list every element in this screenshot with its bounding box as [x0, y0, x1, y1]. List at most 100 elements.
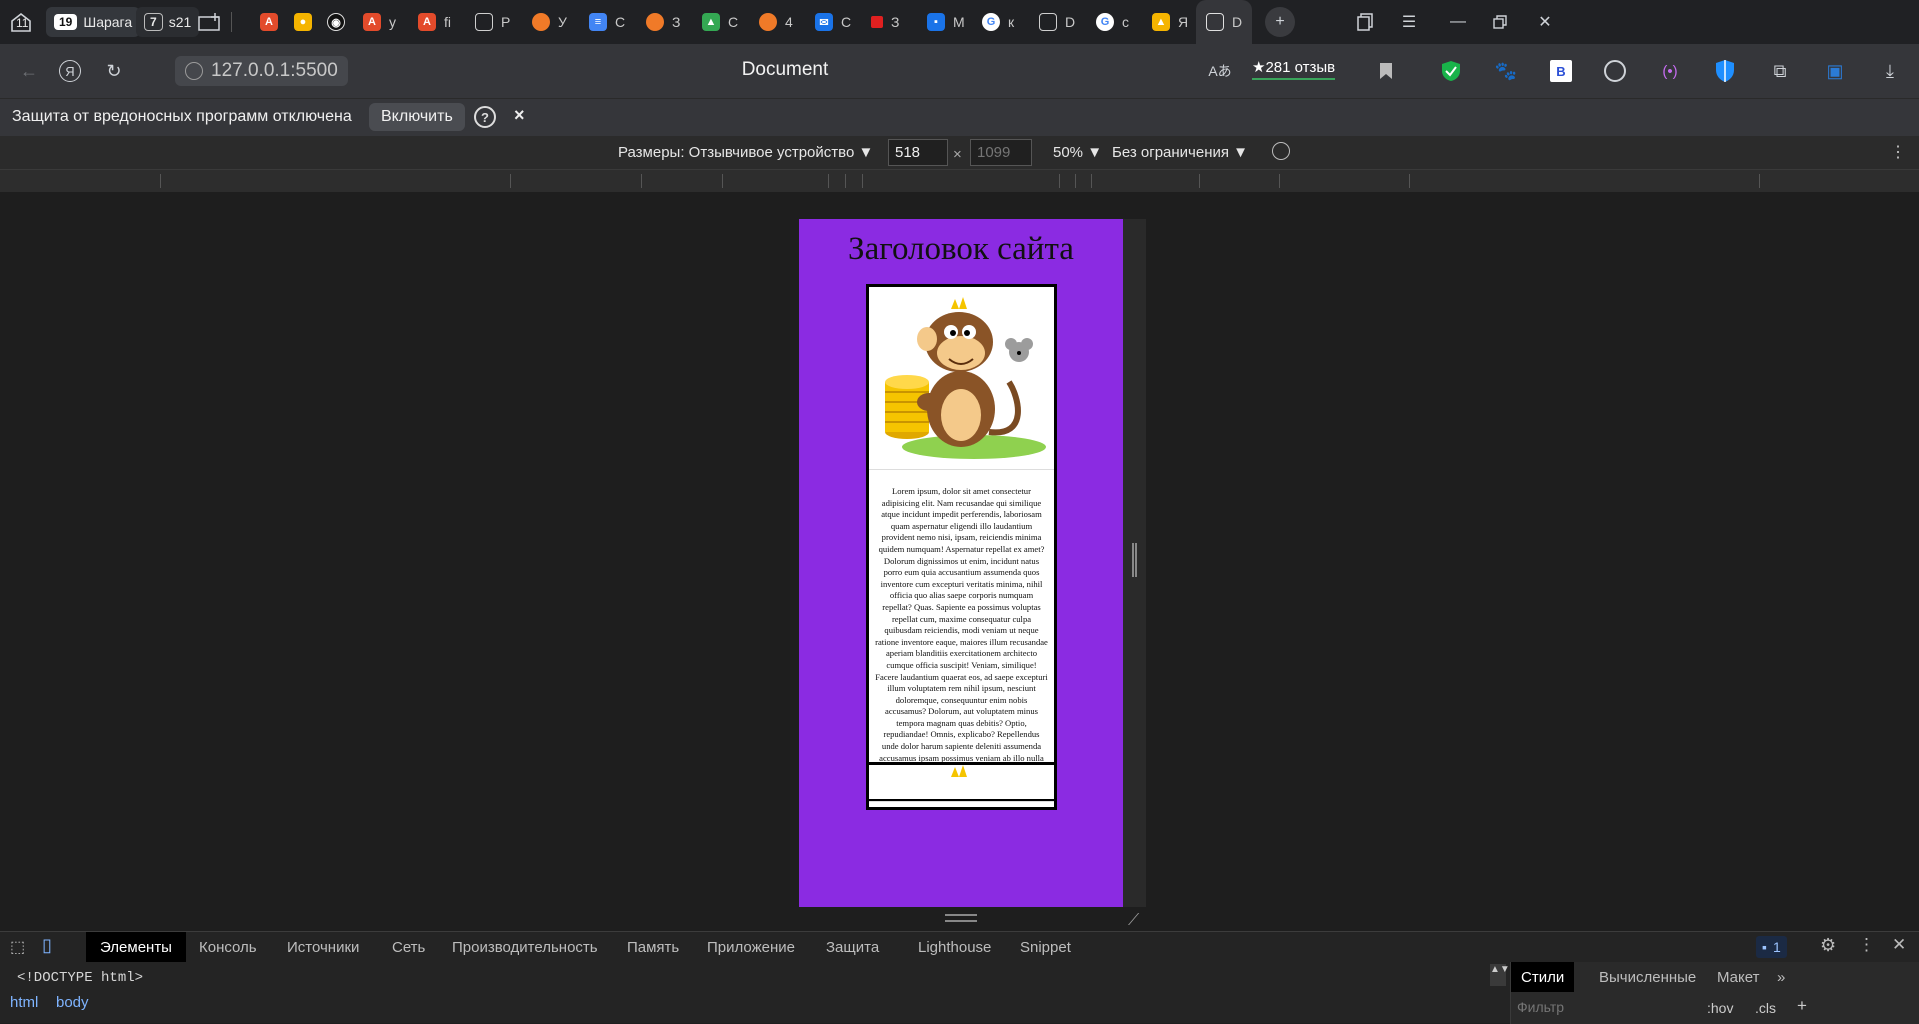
- breadcrumb-html[interactable]: html: [10, 994, 38, 1011]
- new-tab-button[interactable]: +: [1265, 7, 1295, 37]
- devtools-tab-memory[interactable]: Память: [613, 932, 693, 962]
- throttling-dropdown[interactable]: Без ограничения ▼: [1112, 144, 1248, 161]
- devtools-tab-network[interactable]: Сеть: [378, 932, 439, 962]
- side-tab-layout[interactable]: Макет: [1707, 962, 1769, 992]
- bookmark-button[interactable]: [1371, 56, 1401, 86]
- help-icon[interactable]: ?: [474, 106, 496, 128]
- tab-item[interactable]: З: [871, 9, 899, 35]
- devtools-tab-application[interactable]: Приложение: [693, 932, 809, 962]
- devtools-more-icon[interactable]: ⋮: [1858, 935, 1875, 955]
- mail-icon: ✉: [815, 13, 833, 31]
- new-tab-group-button[interactable]: [195, 7, 225, 37]
- restore-button[interactable]: [1485, 7, 1515, 37]
- tabs-button[interactable]: ⧉: [1765, 56, 1795, 86]
- translate-page-button[interactable]: Aあ: [1205, 56, 1235, 86]
- devtools-tab-snippet[interactable]: Snippet: [1006, 932, 1085, 962]
- viewport-side-handle[interactable]: [1123, 219, 1146, 907]
- tab-item[interactable]: ▲ Я: [1152, 9, 1188, 35]
- adblock-extension[interactable]: [1436, 56, 1466, 86]
- tab-item[interactable]: У: [532, 9, 567, 35]
- tab-item[interactable]: D: [1039, 9, 1075, 35]
- styles-filter-input[interactable]: [1517, 996, 1697, 1018]
- more-options-icon[interactable]: ⋮: [1890, 142, 1906, 162]
- dom-doctype-line[interactable]: <!DOCTYPE html>: [17, 970, 143, 986]
- tab-item[interactable]: ●: [294, 9, 320, 35]
- side-tab-styles[interactable]: Стили: [1511, 962, 1575, 992]
- tab-item[interactable]: ▪ М: [927, 9, 965, 35]
- device-dimensions-dropdown[interactable]: Размеры: Отзывчивое устройство ▼: [618, 144, 873, 161]
- cast-extension[interactable]: (•): [1655, 56, 1685, 86]
- devtools-close-icon[interactable]: ✕: [1892, 935, 1906, 955]
- tab-item[interactable]: 4: [759, 9, 793, 35]
- inspect-element-icon[interactable]: ⬚: [10, 937, 25, 957]
- downloads-manager-button[interactable]: ▣: [1820, 56, 1850, 86]
- tab-item[interactable]: ◉: [327, 9, 353, 35]
- tab-groups-home-button[interactable]: 11: [6, 7, 36, 37]
- collections-button[interactable]: [1350, 7, 1380, 37]
- enable-protection-button[interactable]: Включить: [369, 103, 465, 131]
- close-window-button[interactable]: ✕: [1530, 7, 1560, 37]
- zoom-dropdown[interactable]: 50% ▼: [1053, 144, 1102, 161]
- add-rule-icon[interactable]: +: [1797, 996, 1807, 1016]
- breadcrumb-body[interactable]: body: [56, 994, 89, 1011]
- site-page[interactable]: Заголовок сайта Lorem ipsum, dolor sit a…: [799, 219, 1123, 907]
- bookmark-icon: [1380, 63, 1392, 79]
- device-width-input[interactable]: [888, 139, 948, 166]
- styles-side-panel: Стили Вычисленные Макет » :hov .cls +: [1510, 962, 1919, 1024]
- site-card-2: [866, 762, 1057, 802]
- tab-label: У: [558, 14, 567, 30]
- document-icon: [475, 13, 493, 31]
- cloud-icon: [532, 13, 550, 31]
- side-tab-computed[interactable]: Вычисленные: [1589, 962, 1706, 992]
- tab-item[interactable]: З: [646, 9, 680, 35]
- cloud-icon: [646, 13, 664, 31]
- tab-item[interactable]: ≡ С: [589, 9, 625, 35]
- b-extension[interactable]: B: [1546, 56, 1576, 86]
- devtools-tab-sources[interactable]: Источники: [273, 932, 373, 962]
- cls-toggle[interactable]: .cls: [1755, 1000, 1776, 1016]
- tab-group-sharaga[interactable]: 19 Шарага: [46, 7, 141, 37]
- tab-item[interactable]: ▲ С: [702, 9, 738, 35]
- corner-resize-icon[interactable]: ⟋: [1128, 912, 1139, 930]
- devtools-tab-lighthouse[interactable]: Lighthouse: [904, 932, 1005, 962]
- close-icon: ✕: [1538, 14, 1552, 31]
- minimize-icon: —: [1450, 13, 1466, 30]
- tab-item[interactable]: Gс: [1096, 9, 1129, 35]
- tab-item[interactable]: Р: [475, 9, 510, 35]
- viewport-bottom-resize-handle[interactable]: [945, 914, 977, 922]
- tab-label: С: [615, 14, 626, 30]
- media-query-ruler[interactable]: [0, 170, 1919, 192]
- menu-button[interactable]: ☰: [1394, 7, 1424, 37]
- settings-gear-icon[interactable]: ⚙: [1820, 935, 1836, 956]
- rotate-icon[interactable]: [1272, 142, 1290, 160]
- tab-group-s21[interactable]: 7 s21: [136, 7, 200, 37]
- tab-group-count: 19: [54, 14, 78, 30]
- tab-item-active[interactable]: D: [1196, 0, 1253, 44]
- tab-item[interactable]: ✉ С: [815, 9, 851, 35]
- reviews-badge[interactable]: ★281 отзыв: [1252, 58, 1336, 80]
- devtools-tab-performance[interactable]: Производительность: [438, 932, 612, 962]
- tab-label: D: [1065, 14, 1076, 30]
- hov-toggle[interactable]: :hov: [1707, 1000, 1733, 1016]
- tab-label: С: [841, 14, 852, 30]
- tab-item[interactable]: Aу: [363, 9, 396, 35]
- vpn-extension[interactable]: [1600, 56, 1630, 86]
- tab-item[interactable]: Gк: [982, 9, 1014, 35]
- scroll-arrows-icon[interactable]: ▲▼: [1490, 964, 1510, 986]
- device-toggle-icon[interactable]: ▯: [42, 935, 52, 956]
- devtools-tab-console[interactable]: Консоль: [185, 932, 271, 962]
- infobar-close-button[interactable]: ×: [514, 105, 525, 126]
- minimize-button[interactable]: —: [1443, 7, 1473, 37]
- security-extension[interactable]: [1710, 56, 1740, 86]
- tab-label: М: [953, 14, 965, 30]
- issues-badge[interactable]: ▪ 1: [1756, 936, 1787, 958]
- download-button[interactable]: ⤓: [1875, 56, 1905, 86]
- tab-item[interactable]: Afi: [418, 9, 451, 35]
- document-icon: [1206, 13, 1224, 31]
- devtools-tab-elements[interactable]: Элементы: [86, 932, 186, 962]
- side-tab-more[interactable]: »: [1767, 962, 1795, 992]
- devtools-tab-security[interactable]: Защита: [812, 932, 893, 962]
- paw-extension[interactable]: 🐾: [1491, 56, 1521, 86]
- device-height-input[interactable]: [970, 139, 1032, 166]
- tab-item[interactable]: A: [260, 9, 286, 35]
